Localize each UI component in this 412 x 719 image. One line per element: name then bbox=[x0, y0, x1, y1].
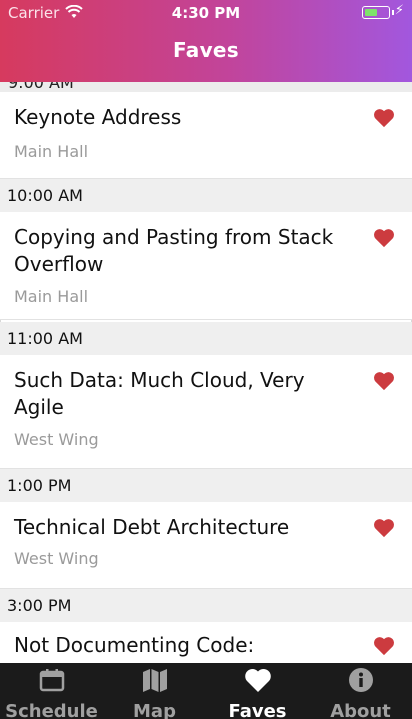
section-time-label: 10:00 AM bbox=[7, 186, 83, 205]
heart-icon[interactable] bbox=[373, 636, 395, 656]
page-title: Faves bbox=[173, 38, 239, 62]
session-location: West Wing bbox=[14, 430, 99, 449]
calendar-icon bbox=[39, 669, 65, 692]
heart-icon[interactable] bbox=[373, 228, 395, 248]
tab-label: About bbox=[330, 701, 391, 719]
session-title: Technical Debt Architecture bbox=[14, 515, 290, 539]
tab-bar: Schedule Map Faves About bbox=[0, 663, 412, 719]
tab-label: Schedule bbox=[5, 701, 98, 719]
section-header-cutoff: 9:00 AM bbox=[0, 82, 412, 92]
session-title: Copying and Pasting from Stack Overflow bbox=[14, 225, 334, 276]
tab-about[interactable]: About bbox=[309, 663, 412, 719]
heart-icon[interactable] bbox=[373, 371, 395, 391]
status-time: 4:30 PM bbox=[171, 4, 241, 22]
tab-label: Faves bbox=[228, 701, 287, 719]
section-header: 11:00 AM bbox=[0, 322, 412, 355]
session-location: West Wing bbox=[14, 549, 99, 568]
list-item[interactable]: Technical Debt Architecture West Wing bbox=[0, 502, 412, 589]
section-time-label: 11:00 AM bbox=[7, 329, 83, 348]
section-header: 10:00 AM bbox=[0, 179, 412, 212]
battery-icon bbox=[362, 6, 390, 19]
map-icon bbox=[143, 669, 167, 692]
session-title: Such Data: Much Cloud, Very Agile bbox=[14, 368, 305, 419]
list-item[interactable]: Such Data: Much Cloud, Very Agile West W… bbox=[0, 355, 412, 469]
heart-icon[interactable] bbox=[373, 108, 395, 128]
session-location: Main Hall bbox=[14, 287, 89, 306]
heart-icon bbox=[245, 668, 271, 692]
tab-label: Map bbox=[133, 701, 176, 719]
info-icon bbox=[349, 668, 373, 692]
section-time-label: 9:00 AM bbox=[8, 82, 74, 92]
session-location: Main Hall bbox=[14, 142, 89, 161]
session-title: Keynote Address bbox=[14, 105, 182, 129]
section-header: 3:00 PM bbox=[0, 589, 412, 622]
section-time-label: 3:00 PM bbox=[7, 596, 72, 615]
list-item[interactable]: Copying and Pasting from Stack Overflow … bbox=[0, 212, 412, 320]
list-item[interactable]: Not Documenting Code: bbox=[0, 622, 412, 663]
session-title: Not Documenting Code: bbox=[14, 633, 255, 657]
section-time-label: 1:00 PM bbox=[7, 476, 72, 495]
tab-schedule[interactable]: Schedule bbox=[0, 663, 103, 719]
status-bar: Carrier 4:30 PM ⚡ bbox=[0, 0, 412, 26]
nav-header: Carrier 4:30 PM ⚡ Faves bbox=[0, 0, 412, 82]
heart-icon[interactable] bbox=[373, 518, 395, 538]
tab-faves[interactable]: Faves bbox=[206, 663, 309, 719]
charging-icon: ⚡ bbox=[394, 3, 404, 18]
battery-cap bbox=[392, 10, 394, 15]
section-header: 1:00 PM bbox=[0, 469, 412, 502]
list-item[interactable]: Keynote Address Main Hall bbox=[0, 92, 412, 179]
tab-map[interactable]: Map bbox=[103, 663, 206, 719]
